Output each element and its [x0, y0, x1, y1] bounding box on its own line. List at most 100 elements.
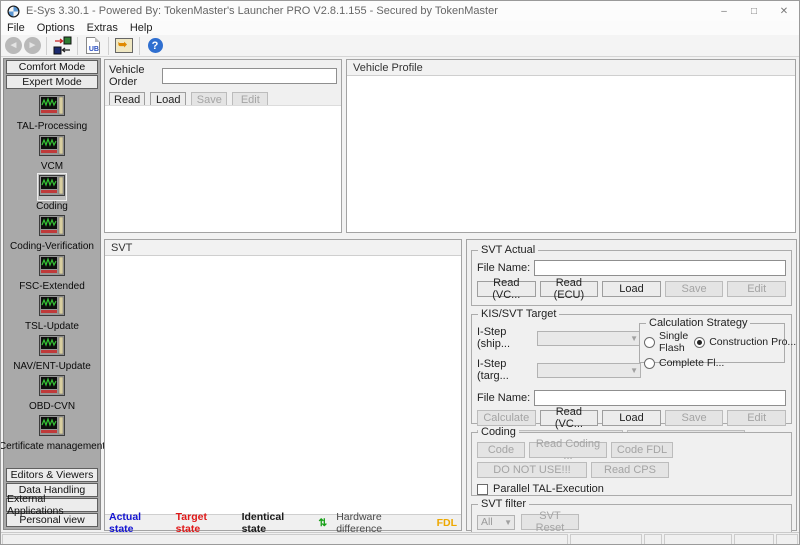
svt-actual-save-button: Save: [664, 281, 724, 297]
kis-svt-target-group: KIS/SVT Target I-Step (ship... ▼ I-Step …: [471, 308, 796, 446]
window-title: E-Sys 3.30.1 - Powered By: TokenMaster's…: [26, 5, 498, 17]
svt-control-panel: SVT Actual File Name: Read (VC... Read (…: [466, 239, 797, 536]
title-bar: E-Sys 3.30.1 - Powered By: TokenMaster's…: [1, 1, 799, 21]
toolbar-separator: [77, 36, 78, 55]
app-window: E-Sys 3.30.1 - Powered By: TokenMaster's…: [0, 0, 800, 545]
external-applications-button[interactable]: External Applications: [6, 493, 98, 517]
sidebar-item-fsc-extended[interactable]: FSC-Extended: [19, 253, 85, 292]
toolbar-separator: [108, 36, 109, 55]
read-cps-button: Read CPS: [591, 462, 669, 478]
sidebar: Comfort Mode Expert Mode TAL-Processing …: [1, 58, 105, 530]
construction-pro-label: Construction Pro...: [709, 336, 797, 348]
toolbar-separator: [46, 36, 47, 55]
comfort-mode-button[interactable]: Comfort Mode: [6, 60, 98, 74]
vehicle-order-label: Vehicle Order: [109, 64, 145, 88]
file-name-label: File Name:: [477, 262, 531, 274]
menu-options[interactable]: Options: [31, 22, 81, 34]
kis-read-vcm-button[interactable]: Read (VC...: [539, 406, 599, 430]
istep-target-combo: ▼: [537, 362, 641, 378]
crt-monitor-icon: [36, 173, 67, 201]
crt-monitor-icon: [37, 293, 67, 321]
calculation-strategy-title: Calculation Strategy: [646, 317, 751, 329]
back-icon[interactable]: ◄: [5, 37, 22, 54]
coding-group: Coding Code Read Coding ... Code FDL DO …: [471, 426, 792, 496]
construction-pro-radio[interactable]: [694, 336, 706, 348]
vehicle-order-tree-area[interactable]: [105, 105, 341, 232]
menu-bar: File Options Extras Help: [1, 21, 799, 35]
main-area: Comfort Mode Expert Mode TAL-Processing …: [1, 57, 799, 536]
istep-target-label: I-Step (targ...: [477, 358, 509, 382]
sidebar-item-obd-cvn[interactable]: OBD-CVN: [29, 373, 75, 412]
status-cell: [2, 534, 568, 544]
single-flash-radio[interactable]: [644, 336, 655, 348]
svt-panel: SVT Actual state Target state Identical …: [104, 239, 462, 535]
file-name-label: File Name:: [477, 392, 531, 404]
status-cell: [776, 534, 798, 544]
status-cell: [644, 534, 662, 544]
istep-ship-combo: ▼: [537, 330, 641, 346]
svt-actual-file-name-input[interactable]: [534, 260, 786, 276]
forward-icon[interactable]: ►: [24, 37, 41, 54]
help-icon[interactable]: ?: [144, 36, 166, 55]
connect-icon[interactable]: [51, 36, 73, 55]
sidebar-item-certificate-management[interactable]: Certificate management: [1, 413, 105, 452]
maximize-button[interactable]: □: [739, 1, 769, 21]
svt-filter-title: SVT filter: [478, 498, 530, 510]
svt-actual-title: SVT Actual: [478, 244, 539, 256]
crt-monitor-icon: [37, 373, 67, 401]
status-bar: [1, 532, 799, 544]
expert-mode-button[interactable]: Expert Mode: [6, 75, 98, 89]
parallel-tal-execution-label: Parallel TAL-Execution: [493, 483, 604, 495]
sidebar-item-nav-ent-update[interactable]: NAV/ENT-Update: [13, 333, 91, 372]
svt-header: SVT: [105, 240, 461, 256]
single-flash-label: Single Flash: [659, 330, 689, 354]
complete-flash-label: Complete Fl...: [659, 357, 725, 369]
crt-monitor-icon: [37, 213, 67, 241]
menu-file[interactable]: File: [1, 22, 31, 34]
hardware-difference-icon: ⇅: [318, 516, 328, 529]
minimize-button[interactable]: –: [709, 1, 739, 21]
code-button: Code: [477, 442, 525, 458]
status-cell: [664, 534, 732, 544]
kis-svt-file-name-input[interactable]: [534, 390, 786, 406]
sidebar-item-tal-processing[interactable]: TAL-Processing: [17, 93, 87, 132]
crt-monitor-icon: [37, 133, 67, 161]
crt-monitor-icon: [37, 93, 67, 121]
legend-target-state: Target state: [175, 510, 207, 535]
legend-fdl: FDL: [436, 516, 458, 529]
crt-monitor-icon: [37, 253, 67, 281]
personal-view-button[interactable]: Personal view: [6, 513, 98, 527]
menu-help[interactable]: Help: [124, 22, 159, 34]
chevron-down-icon: ▼: [630, 365, 638, 375]
crt-monitor-icon: [37, 413, 67, 441]
read-coding-button: Read Coding ...: [529, 438, 607, 462]
svt-actual-load-button[interactable]: Load: [602, 281, 661, 297]
istep-ship-label: I-Step (ship...: [477, 326, 511, 350]
kis-load-button[interactable]: Load: [602, 410, 661, 426]
svt-legend: Actual state Target state Identical stat…: [105, 511, 461, 535]
svt-actual-read-ecu-button[interactable]: Read (ECU): [539, 277, 599, 301]
vehicle-profile-title: Vehicle Profile: [353, 61, 423, 74]
vehicle-order-input[interactable]: [162, 68, 337, 84]
bmw-roundel-icon: [7, 4, 20, 18]
legend-actual-state: Actual state: [109, 510, 142, 535]
svt-filter-combo: All ▼: [477, 514, 515, 530]
close-button[interactable]: ✕: [769, 1, 799, 21]
external-launch-icon[interactable]: ➥: [113, 36, 135, 55]
vehicle-profile-panel: Vehicle Profile: [346, 59, 796, 233]
svt-actual-edit-button: Edit: [727, 281, 786, 297]
svt-actual-read-vcm-button[interactable]: Read (VC...: [477, 277, 536, 301]
sidebar-item-coding[interactable]: Coding: [36, 173, 68, 212]
sidebar-item-coding-verification[interactable]: Coding-Verification: [10, 213, 94, 252]
sidebar-item-vcm[interactable]: VCM: [37, 133, 67, 172]
sidebar-item-tsl-update[interactable]: TSL-Update: [25, 293, 79, 332]
document-ub-icon[interactable]: UB: [82, 36, 104, 55]
kis-svt-target-title: KIS/SVT Target: [478, 308, 560, 320]
kis-edit-button: Edit: [727, 410, 786, 426]
parallel-tal-execution-checkbox[interactable]: [477, 483, 488, 495]
calculate-button: Calculate: [477, 410, 536, 426]
complete-flash-radio[interactable]: [644, 357, 655, 369]
calculation-strategy-group: Calculation Strategy Single Flash Constr…: [639, 317, 796, 369]
menu-extras[interactable]: Extras: [81, 22, 124, 34]
editors-viewers-button[interactable]: Editors & Viewers: [6, 468, 98, 482]
